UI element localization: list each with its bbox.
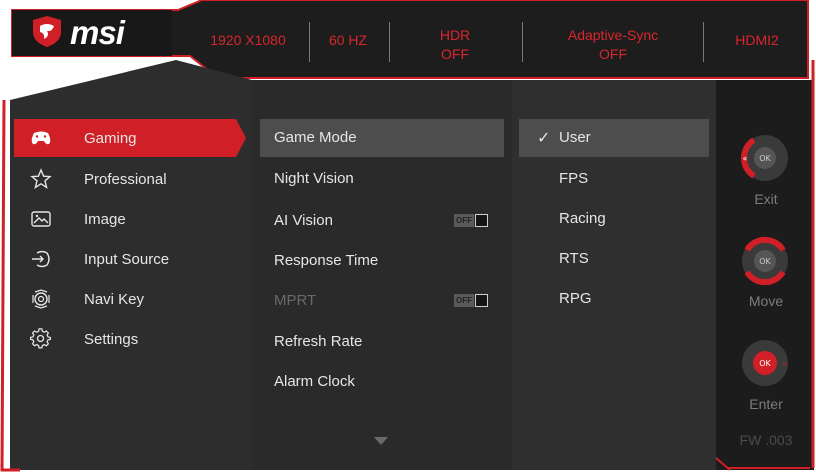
status-separator <box>309 22 310 62</box>
option-rpg[interactable]: RPG <box>519 280 709 318</box>
toggle-knob <box>475 214 488 227</box>
joystick-exit-icon[interactable]: OK « <box>740 133 790 183</box>
gamepad-icon <box>31 131 51 145</box>
star-icon <box>30 168 52 190</box>
enter-label: Enter <box>749 396 783 412</box>
submenu-item-night-vision[interactable]: Night Vision <box>260 160 504 198</box>
submenu-item-label: AI Vision <box>274 212 333 229</box>
option-label: User <box>559 129 591 146</box>
submenu-item-label: Refresh Rate <box>274 333 363 350</box>
checkmark-icon: ✓ <box>537 130 551 147</box>
menu-item-input-source[interactable]: Input Source <box>14 240 236 278</box>
toggle-knob <box>475 294 488 307</box>
menu-item-label: Settings <box>84 330 139 348</box>
move-label: Move <box>748 293 784 309</box>
exit-label: Exit <box>754 191 778 207</box>
menu-item-professional[interactable]: Professional <box>14 160 236 198</box>
status-adaptive-sync-label: Adaptive-Sync <box>567 27 659 43</box>
toggle-off-label: OFF <box>454 294 474 307</box>
ai-vision-toggle[interactable]: OFF <box>454 214 488 227</box>
status-adaptive-sync: Adaptive-Sync OFF <box>548 26 678 64</box>
joystick-ok-label: OK <box>759 359 771 368</box>
input-source-icon <box>32 250 50 268</box>
option-user[interactable]: ✓ User <box>519 119 709 157</box>
submenu-item-label: Response Time <box>274 252 379 269</box>
menu-item-label: Gaming <box>84 129 137 147</box>
joystick-ok-label: OK <box>759 257 771 266</box>
status-hdr: HDR OFF <box>425 26 485 64</box>
submenu-item-alarm-clock[interactable]: Alarm Clock <box>260 363 504 401</box>
status-separator <box>389 22 390 62</box>
status-input: HDMI2 <box>735 32 779 48</box>
option-fps[interactable]: FPS <box>519 160 709 198</box>
status-hdr-value: OFF <box>441 46 469 62</box>
monitor-osd: msi 1920 X1080 60 HZ HDR OFF Adaptive-Sy… <box>0 0 816 472</box>
option-label: FPS <box>559 170 589 187</box>
menu-item-settings[interactable]: Settings <box>14 320 236 358</box>
menu-item-label: Image <box>84 210 126 228</box>
chevron-down-icon[interactable] <box>374 437 388 445</box>
option-label: RPG <box>559 290 592 307</box>
status-resolution: 1920 X1080 <box>210 32 286 48</box>
joystick-move-icon[interactable]: OK <box>740 236 790 286</box>
submenu-item-refresh-rate[interactable]: Refresh Rate <box>260 323 504 361</box>
menu-item-label: Input Source <box>84 250 170 268</box>
submenu-item-label: Alarm Clock <box>274 373 355 390</box>
gear-icon <box>30 328 52 349</box>
navi-key-icon <box>32 289 50 309</box>
menu-item-navi-key[interactable]: Navi Key <box>14 280 236 318</box>
active-pointer-icon <box>236 119 246 157</box>
toggle-off-label: OFF <box>454 214 474 227</box>
submenu-item-mprt: MPRT OFF <box>260 282 504 320</box>
option-racing[interactable]: Racing <box>519 200 709 238</box>
submenu-item-ai-vision[interactable]: AI Vision OFF <box>260 202 504 240</box>
msi-logo-text: msi <box>70 14 125 51</box>
submenu-item-response-time[interactable]: Response Time <box>260 242 504 280</box>
image-icon <box>31 211 51 227</box>
joystick-enter-icon[interactable]: OK » <box>740 338 790 388</box>
option-rts[interactable]: RTS <box>519 240 709 278</box>
submenu-item-game-mode[interactable]: Game Mode <box>260 119 504 157</box>
status-hdr-label: HDR <box>439 27 471 43</box>
option-label: Racing <box>559 210 606 227</box>
firmware-version: FW .003 <box>739 432 793 448</box>
arrow-right-glyph: » <box>783 359 788 368</box>
mprt-toggle: OFF <box>454 294 488 307</box>
menu-item-gaming[interactable]: Gaming <box>14 119 236 157</box>
submenu-item-label: Game Mode <box>274 129 357 146</box>
submenu-item-label: MPRT <box>274 292 317 309</box>
status-adaptive-sync-value: OFF <box>599 46 627 62</box>
submenu-item-label: Night Vision <box>274 170 354 187</box>
menu-item-label: Navi Key <box>84 290 145 308</box>
menu-item-image[interactable]: Image <box>14 200 236 238</box>
dragon-shield-icon <box>33 16 61 47</box>
arrow-left-glyph: « <box>743 154 748 163</box>
status-separator <box>703 22 704 62</box>
joystick-ok-label: OK <box>759 154 771 163</box>
status-refresh-rate: 60 HZ <box>328 32 368 48</box>
option-label: RTS <box>559 250 589 267</box>
status-separator <box>522 22 523 62</box>
menu-item-label: Professional <box>84 170 167 188</box>
